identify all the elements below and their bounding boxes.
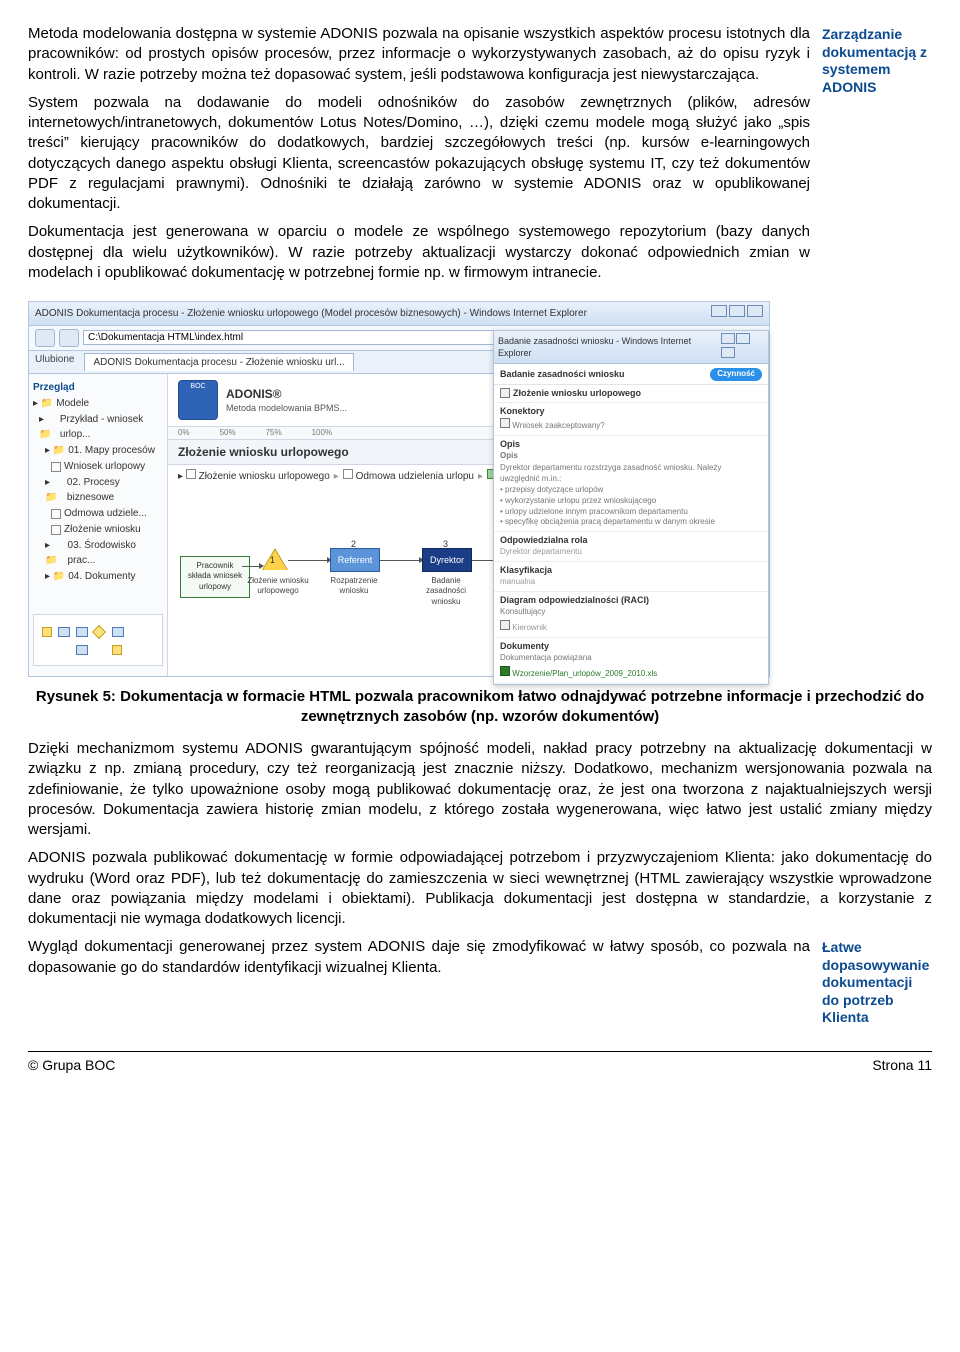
nav-forward-icon[interactable] <box>59 329 79 347</box>
tree-item[interactable]: Odmowa udziele... <box>33 506 163 521</box>
tree-heading: Przegląd <box>33 382 75 393</box>
raci-consulting-label: Konsultujący <box>500 606 762 619</box>
popup-process-link[interactable]: Złożenie wniosku urlopowego <box>500 387 762 399</box>
footer-right: Strona 11 <box>872 1056 932 1075</box>
tree-item[interactable]: ▸ 📁 01. Mapy procesów <box>33 443 163 458</box>
popup-heading: Badanie zasadności wniosku Czynność <box>494 364 768 385</box>
page-footer: © Grupa BOC Strona 11 <box>28 1051 932 1075</box>
margin-note-1: Zarządzanie dokumentacją z systemem ADON… <box>822 24 932 96</box>
documents-header: Dokumenty <box>500 640 762 652</box>
breadcrumb-item[interactable]: Odmowa udzielenia urlopu <box>343 469 474 484</box>
role-header: Odpowiedzialna rola <box>500 534 762 546</box>
figure-caption: Rysunek 5: Dokumentacja w formacie HTML … <box>28 687 932 728</box>
start-activity[interactable]: Pracownik składa wniosek urlopowy <box>180 556 250 598</box>
raci-header: Diagram odpowiedzialności (RACI) <box>500 594 762 606</box>
minimap[interactable] <box>33 614 163 666</box>
excel-icon <box>500 666 510 676</box>
breadcrumb-item[interactable]: ▸ Złożenie wniosku urlopowego <box>178 469 330 484</box>
activity-type-badge: Czynność <box>710 368 762 381</box>
adonis-logo-icon: BOC <box>178 380 218 420</box>
product-name: ADONIS® <box>226 386 347 402</box>
para-3: Dokumentacja jest generowana w oparciu o… <box>28 222 810 283</box>
classification-value: manualna <box>500 576 762 589</box>
footer-left: © Grupa BOC <box>28 1056 115 1075</box>
window-buttons[interactable] <box>709 305 763 322</box>
model-tree-panel: Przegląd ▸ 📁 Modele ▸ 📁 Przykład - wnios… <box>29 374 168 676</box>
browser-titlebar: ADONIS Dokumentacja procesu - Złożenie w… <box>29 302 769 326</box>
step2-label: Rozpatrzenie wniosku <box>322 576 386 598</box>
popup-window-buttons[interactable] <box>720 333 764 361</box>
para-4: Dzięki mechanizmom systemu ADONIS gwaran… <box>28 739 932 840</box>
role-value: Dyrektor departamentu <box>500 546 762 559</box>
step1-label: Złożenie wniosku urlopowego <box>246 576 310 598</box>
tree-item[interactable]: ▸ 📁 Przykład - wniosek urlop... <box>33 412 163 442</box>
tree-item[interactable]: Złożenie wniosku <box>33 522 163 537</box>
documents-link[interactable]: Wzorzenie/Plan_urlopów_2009_2010.xls <box>500 665 762 681</box>
desc-title: Opis <box>500 450 762 463</box>
classification-header: Klasyfikacja <box>500 564 762 576</box>
raci-consulting-value: Kierownik <box>500 619 762 635</box>
step2-box[interactable]: Referent <box>330 548 380 572</box>
figure-5: ADONIS Dokumentacja procesu - Złożenie w… <box>28 301 932 677</box>
step3-label: Badanie zasadności wniosku <box>414 576 478 608</box>
tree-item[interactable]: ▸ 📁 04. Dokumenty <box>33 569 163 584</box>
tree-root[interactable]: ▸ 📁 Modele <box>33 396 163 411</box>
connectors-label: Konektory <box>500 405 762 417</box>
favorites-label[interactable]: Ulubione <box>35 353 80 372</box>
para-5: ADONIS pozwala publikować dokumentację w… <box>28 848 932 929</box>
tree-item[interactable]: ▸ 📁 03. Środowisko prac... <box>33 538 163 568</box>
activity-details-popup: Badanie zasadności wniosku - Windows Int… <box>493 330 769 685</box>
browser-tab[interactable]: ADONIS Dokumentacja procesu - Złożenie w… <box>84 353 353 372</box>
popup-titlebar: Badanie zasadności wniosku - Windows Int… <box>494 331 768 364</box>
diamond-icon <box>500 418 510 428</box>
popup-title: Badanie zasadności wniosku - Windows Int… <box>498 335 720 359</box>
product-subtitle: Metoda modelowania BPMS... <box>226 402 347 414</box>
nav-back-icon[interactable] <box>35 329 55 347</box>
browser-title-text: ADONIS Dokumentacja procesu - Złożenie w… <box>35 307 587 321</box>
connectors-value[interactable]: Wniosek zaakceptowany? <box>500 417 762 433</box>
tree-item[interactable]: Wniosek urlopowy <box>33 459 163 474</box>
process-icon <box>500 388 510 398</box>
desc-body: Dyrektor departamentu rozstrzyga zasadno… <box>500 462 762 529</box>
documents-sub: Dokumentacja powiązana <box>500 652 762 665</box>
para-1: Metoda modelowania dostępna w systemie A… <box>28 24 810 85</box>
person-icon <box>500 620 510 630</box>
step3-box[interactable]: Dyrektor departamentu <box>422 548 472 572</box>
desc-header: Opis <box>500 438 762 450</box>
para-2: System pozwala na dodawanie do modeli od… <box>28 93 810 215</box>
browser-window: ADONIS Dokumentacja procesu - Złożenie w… <box>28 301 770 677</box>
tree-item[interactable]: ▸ 📁 02. Procesy biznesowe <box>33 475 163 505</box>
margin-note-2: Łatwe dopasowywanie dokumentacji do potr… <box>822 937 932 1027</box>
para-6: Wygląd dokumentacji generowanej przez sy… <box>28 937 810 978</box>
